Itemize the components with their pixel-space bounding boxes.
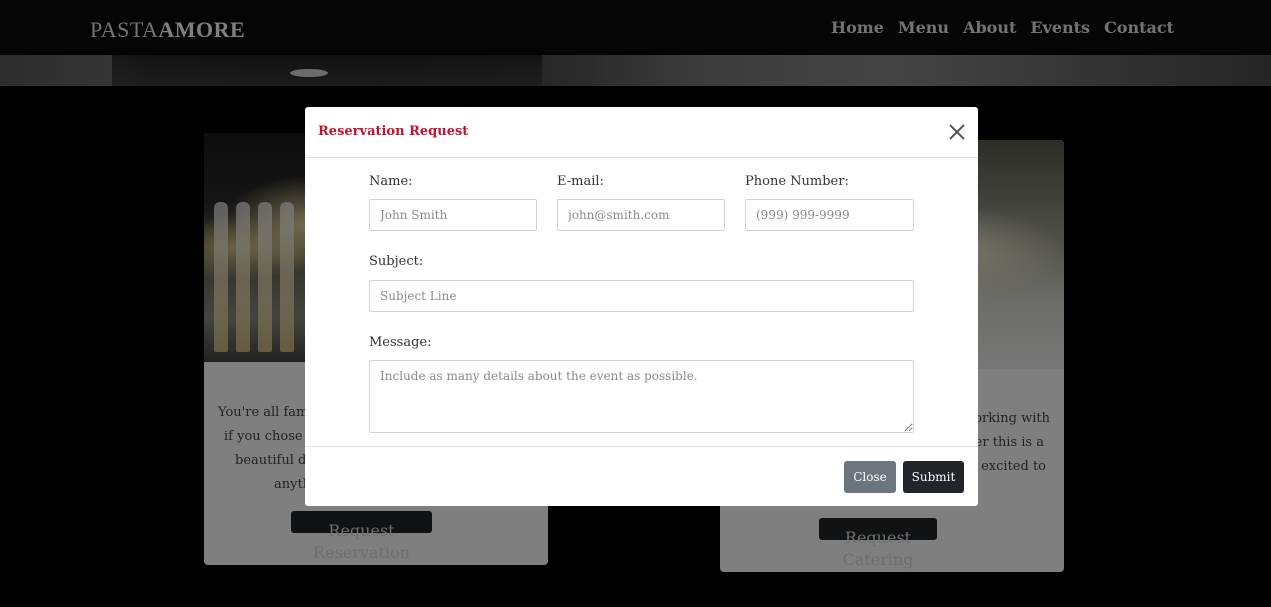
message-textarea[interactable]: [369, 360, 914, 433]
submit-button[interactable]: Submit: [903, 461, 964, 493]
modal-title: Reservation Request: [318, 124, 469, 139]
close-icon[interactable]: [948, 123, 966, 141]
email-label: E-mail:: [557, 174, 604, 189]
message-label: Message:: [369, 335, 432, 350]
subject-input[interactable]: [369, 280, 914, 312]
close-button[interactable]: Close: [844, 461, 896, 493]
name-input[interactable]: [369, 199, 537, 231]
reservation-modal: Reservation Request Name: E-mail: Phone …: [305, 107, 978, 506]
modal-header: Reservation Request: [305, 107, 978, 158]
email-input[interactable]: [557, 199, 725, 231]
phone-input[interactable]: [745, 199, 914, 231]
subject-label: Subject:: [369, 254, 424, 269]
phone-label: Phone Number:: [745, 174, 849, 189]
name-label: Name:: [369, 174, 413, 189]
modal-footer: Close Submit: [305, 446, 978, 507]
